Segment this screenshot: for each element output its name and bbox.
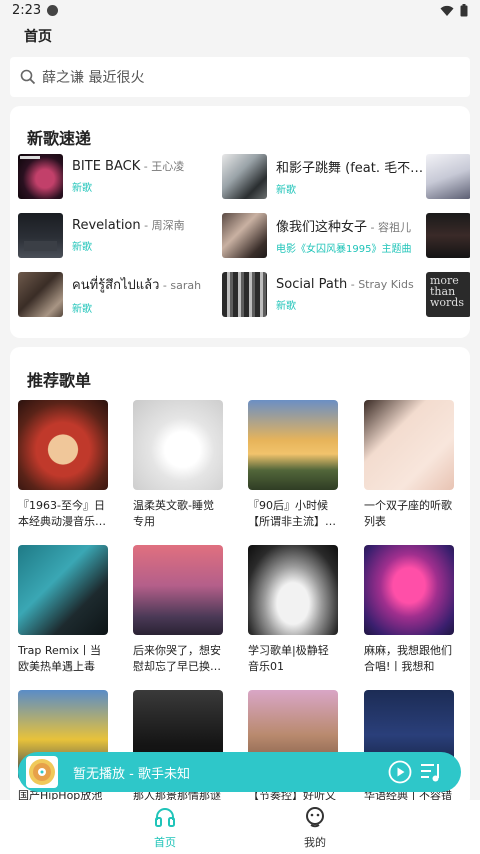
album-disc-icon [26,756,58,788]
song-item[interactable]: 像我们这种女子 - 容祖儿 电影《女囚风暴1995》主题曲 [222,212,422,258]
song-item[interactable]: Social Path - Stray Kids 新歌 [222,271,422,317]
song-artist: - 容祖儿 [367,220,411,234]
playlist-cover [133,545,223,635]
song-title: คนที่รู้สึกไปแล้ว [72,277,160,293]
playlist-cover [248,400,338,490]
playlist-item[interactable]: 麻麻，我想跟他们合唱!丨我想和你… [364,545,454,675]
song-cover [426,212,470,258]
status-icons [440,4,468,17]
playlists-section: 推荐歌单 『1963-至今』日本经典动漫音乐… 温柔英文歌-睡觉专用 『90后』… [10,347,470,807]
page-title: 首页 [24,29,52,45]
battery-icon [460,4,468,17]
song-cover [18,153,63,199]
playlist-item[interactable]: 学习歌单|极静轻音乐01 [248,545,338,675]
song-cover [222,212,267,258]
status-time: 2:23 [12,3,42,18]
playlist-cover [18,400,108,490]
playlist-name: 『90后』小时候【所谓非主流】… [248,499,336,528]
song-artist: - 王心凌 [140,160,185,173]
playlist-name: 『1963-至今』日本经典动漫音乐… [18,499,106,528]
playlist-cover [364,545,454,635]
playlist-cover [18,545,108,635]
song-item[interactable]: more than words [426,271,470,317]
song-tag: 新歌 [276,300,296,312]
song-title: BITE BACK [72,159,141,174]
song-title: Revelation [72,218,141,233]
headphones-icon [155,808,175,827]
status-bar: 2:23 [0,0,480,24]
player-track-text: 暂无播放 - 歌手未知 [73,767,190,782]
playlist-item[interactable]: 『90后』小时候【所谓非主流】… [248,400,338,530]
song-tag: 新歌 [72,303,92,315]
wifi-icon [440,5,454,16]
song-title: 和影子跳舞 (feat. 毛不… [276,160,422,176]
playlist-name: Trap Remix丨当欧美热单遇上毒性… [18,644,102,673]
search-placeholder: 薛之谦 最近很火 [42,70,145,86]
song-item[interactable]: BITE BACK - 王心凌 新歌 [18,153,218,199]
song-item[interactable]: 和影子跳舞 (feat. 毛不… 新歌 [222,153,422,199]
song-item[interactable]: Revelation - 周深南 新歌 [18,212,218,258]
playlist-item[interactable]: 后来你哭了，想安慰却忘了早已换… [133,545,223,675]
new-songs-section: 新歌速递 BITE BACK - 王心凌 新歌 和影子跳舞 (feat. 毛不…… [10,106,470,338]
song-artist: - sarah [159,278,202,292]
playlist-cover [248,545,338,635]
song-tag: 电影《女囚风暴1995》主题曲 [276,243,412,255]
playlist-name: 麻麻，我想跟他们合唱!丨我想和你… [364,644,452,673]
nav-label-home: 首页 [154,836,176,849]
nav-label-mine: 我的 [304,836,326,849]
song-cover [18,271,63,317]
search-icon [20,69,36,85]
song-cover [18,212,63,258]
playlist-name: 后来你哭了，想安慰却忘了早已换… [133,644,221,673]
playlist-item[interactable]: 『1963-至今』日本经典动漫音乐… [18,400,108,530]
cover-text: more than words [430,273,464,309]
user-face-icon [306,807,324,828]
song-tag: 新歌 [72,183,92,194]
song-tag: 新歌 [72,242,92,253]
section-title-playlists: 推荐歌单 [27,371,92,390]
song-artist: - Stray Kids [347,277,414,291]
nav-item-home[interactable]: 首页 [135,806,195,850]
mini-player[interactable]: 暂无播放 - 歌手未知 [18,752,461,792]
song-cover: more than words [426,271,470,317]
bottom-nav: 首页 我的 [0,800,480,854]
song-cover [426,153,470,199]
playlist-name: 学习歌单|极静轻音乐01 [248,644,329,673]
song-tag: 新歌 [276,184,296,196]
section-title-new-songs: 新歌速递 [27,129,92,148]
song-cover [222,153,267,199]
playlist-name: 温柔英文歌-睡觉专用 [133,499,214,528]
playlist-item[interactable]: 一个双子座的听歌列表 [364,400,454,530]
nav-item-mine[interactable]: 我的 [285,806,345,850]
song-cover [222,271,267,317]
playlist-cover [133,400,223,490]
song-item[interactable]: คนที่รู้สึกไปแล้ว - sarah 新歌 [18,271,218,317]
playlist-item[interactable]: Trap Remix丨当欧美热单遇上毒性… [18,545,108,675]
playlist-item[interactable]: 温柔英文歌-睡觉专用 [133,400,223,530]
search-input[interactable]: 薛之谦 最近很火 [10,57,470,97]
song-item[interactable] [426,212,470,258]
song-artist: - 周深南 [140,219,185,232]
song-title: 像我们这种女子 [276,219,368,235]
play-button[interactable] [388,760,412,784]
song-item[interactable] [426,153,470,199]
notification-dot-icon [47,5,58,16]
playlist-cover [364,400,454,490]
playlist-queue-icon[interactable] [420,761,442,783]
playlist-name: 一个双子座的听歌列表 [364,499,452,528]
song-title: Social Path [276,276,348,292]
